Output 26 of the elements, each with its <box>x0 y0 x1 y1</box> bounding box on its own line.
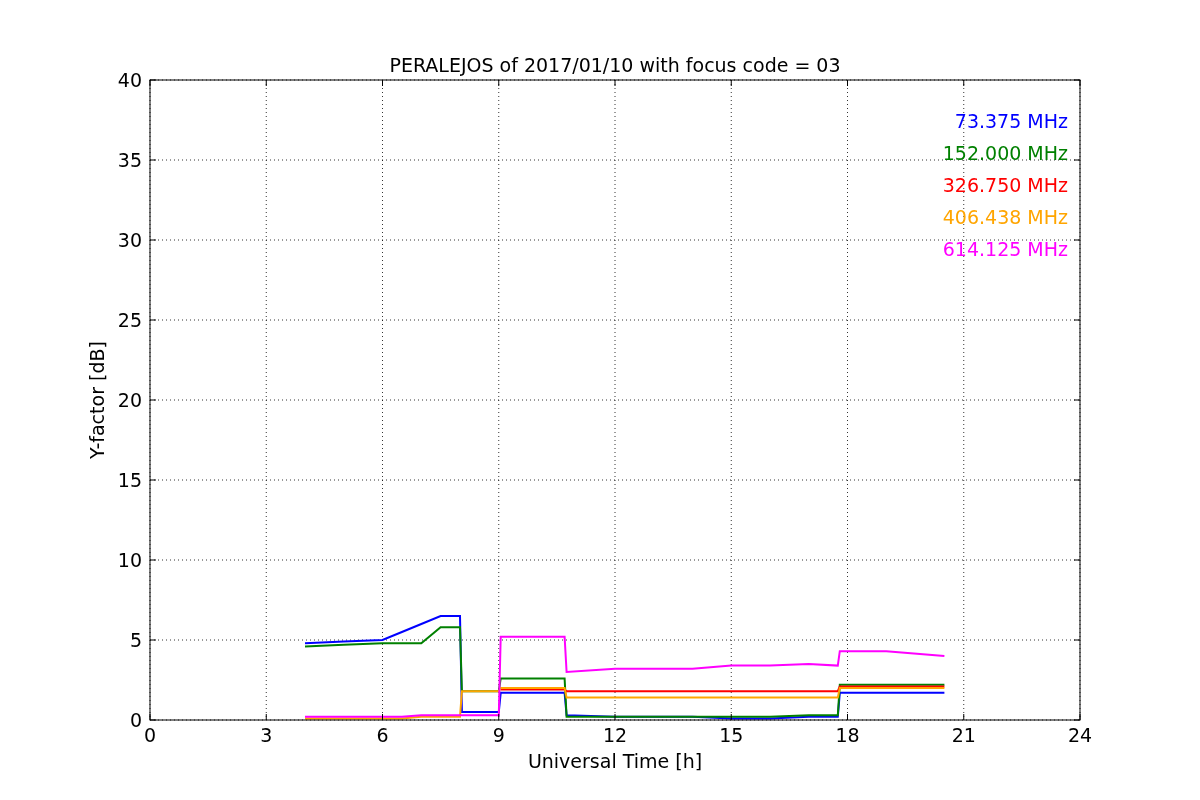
legend-label: 614.125 MHz <box>942 238 1068 260</box>
tick-label: 0 <box>143 724 157 746</box>
legend-label: 152.000 MHz <box>942 142 1068 164</box>
tick-label: 21 <box>951 724 976 746</box>
tick-label: 15 <box>719 724 744 746</box>
tick-label: 9 <box>492 724 505 746</box>
chart-title: PERALEJOS of 2017/01/10 with focus code = 03 <box>389 54 841 76</box>
tick-label: 3 <box>260 724 273 746</box>
tick-label: 18 <box>835 724 860 746</box>
tick-label: 35 <box>117 149 142 171</box>
legend-label: 326.750 MHz <box>942 174 1068 196</box>
tick-label: 24 <box>1067 724 1093 746</box>
tick-label: 5 <box>129 629 142 651</box>
tick-label: 25 <box>117 309 142 331</box>
tick-label: 10 <box>117 549 142 571</box>
tick-label: 30 <box>117 229 142 251</box>
legend-label: 73.375 MHz <box>954 110 1068 132</box>
tick-label: 15 <box>117 469 142 491</box>
tick-label: 0 <box>129 709 142 731</box>
tick-label: 12 <box>602 724 628 746</box>
tick-label: 40 <box>117 69 142 91</box>
legend-label: 406.438 MHz <box>942 206 1068 228</box>
tick-label: 20 <box>117 389 142 411</box>
axis-label: Universal Time [h] <box>527 750 703 772</box>
tick-label: 6 <box>376 724 389 746</box>
axis-label: Y-factor [dB] <box>86 341 108 459</box>
